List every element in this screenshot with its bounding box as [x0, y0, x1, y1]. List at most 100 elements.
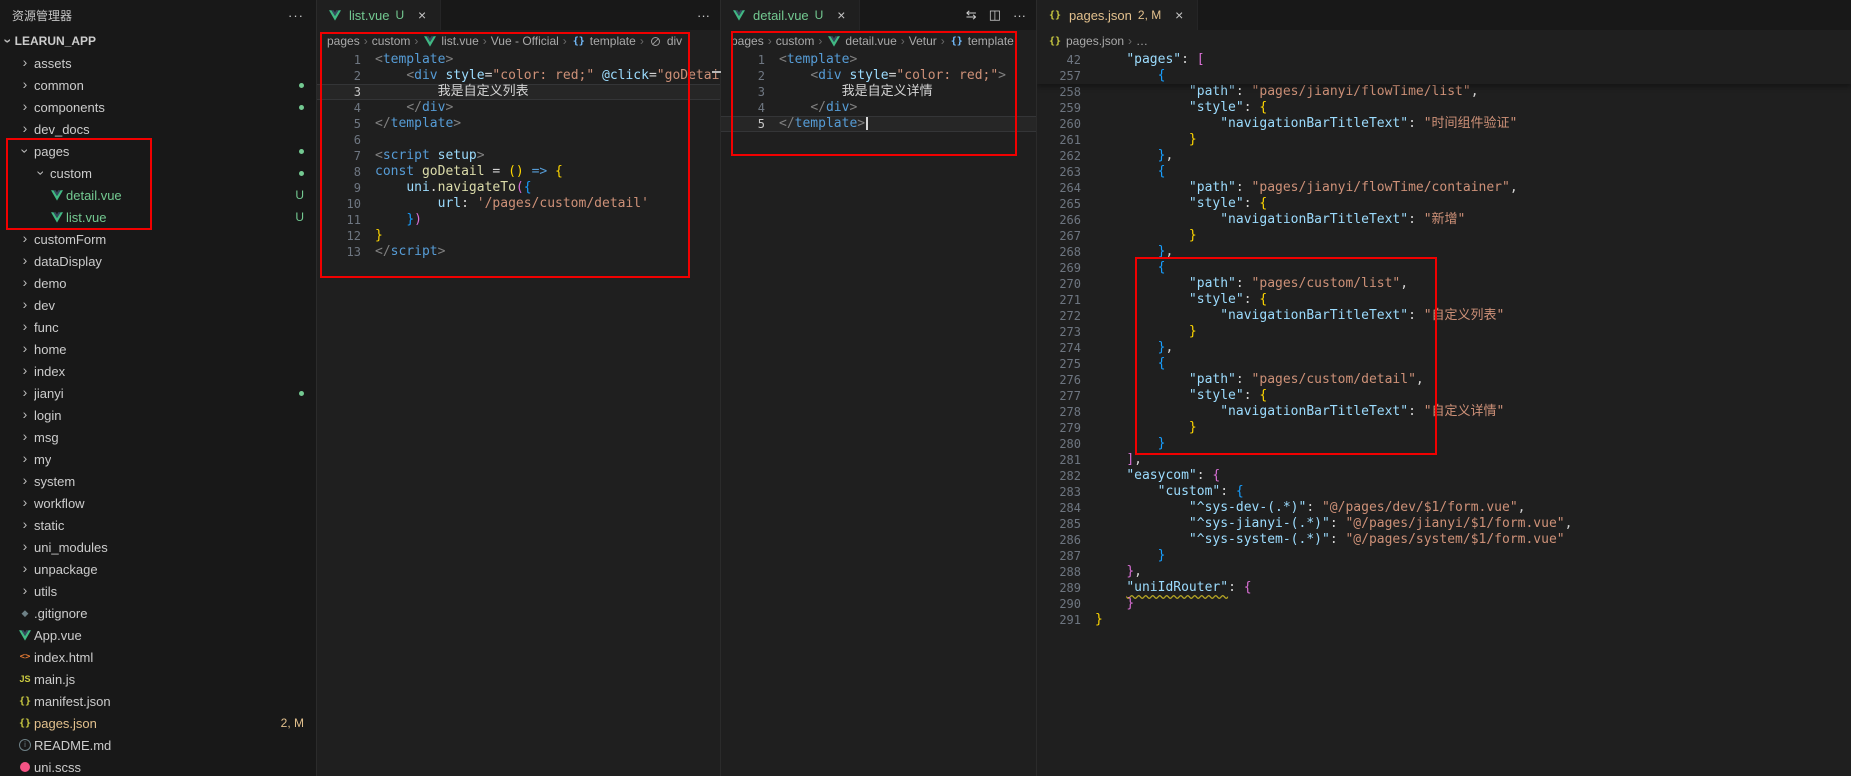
tree-item-.gitignore[interactable]: ◆.gitignore [0, 602, 316, 624]
tree-item-msg[interactable]: ›msg [0, 426, 316, 448]
code-line-2[interactable]: 2 <div style="color: red;"> [721, 68, 1036, 84]
code-line-12[interactable]: 12} [317, 228, 720, 244]
tree-item-dataDisplay[interactable]: ›dataDisplay [0, 250, 316, 272]
split-editor-icon[interactable]: ◫ [989, 7, 1001, 23]
code-line-1[interactable]: 1<template> [721, 52, 1036, 68]
project-root-row[interactable]: › LEARUN_APP [0, 30, 316, 52]
code-line-280[interactable]: 280 } [1037, 436, 1851, 452]
code-line-263[interactable]: 263 { [1037, 164, 1851, 180]
tree-item-dev[interactable]: ›dev [0, 294, 316, 316]
tab-close-icon[interactable]: × [1171, 7, 1187, 23]
code-line-8[interactable]: 8const goDetail = () => { [317, 164, 720, 180]
tab-pages.json[interactable]: {}pages.json2, M× [1037, 0, 1198, 30]
breadcrumb-item-list.vue[interactable]: list.vue [422, 34, 478, 48]
tree-item-detail.vue[interactable]: detail.vueU [0, 184, 316, 206]
tree-item-index.html[interactable]: <>index.html [0, 646, 316, 668]
tree-item-pages.json[interactable]: {}pages.json2, M [0, 712, 316, 734]
code-line-271[interactable]: 271 "style": { [1037, 292, 1851, 308]
code-line-287[interactable]: 287 } [1037, 548, 1851, 564]
code-line-5[interactable]: 5</template> [721, 116, 1036, 132]
tree-item-workflow[interactable]: ›workflow [0, 492, 316, 514]
tree-item-system[interactable]: ›system [0, 470, 316, 492]
tree-item-static[interactable]: ›static [0, 514, 316, 536]
code-line-266[interactable]: 266 "navigationBarTitleText": "新增" [1037, 212, 1851, 228]
tree-item-pages[interactable]: ›pages [0, 140, 316, 162]
breadcrumb-item-pages[interactable]: pages [731, 34, 764, 48]
code-line-5[interactable]: 5</template> [317, 116, 720, 132]
tree-item-index[interactable]: ›index [0, 360, 316, 382]
breadcrumb-item-template[interactable]: {}template [949, 34, 1014, 48]
code-line-286[interactable]: 286 "^sys-system-(.*)": "@/pages/system/… [1037, 532, 1851, 548]
code-line-272[interactable]: 272 "navigationBarTitleText": "自定义列表" [1037, 308, 1851, 324]
open-changes-icon[interactable]: ⇆ [966, 7, 977, 23]
tree-item-home[interactable]: ›home [0, 338, 316, 360]
breadcrumb-item-Vetur[interactable]: Vetur [909, 34, 937, 48]
more-actions-icon[interactable]: ··· [1013, 8, 1026, 23]
code-line-282[interactable]: 282 "easycom": { [1037, 468, 1851, 484]
tree-item-uni_modules[interactable]: ›uni_modules [0, 536, 316, 558]
tab-list.vue[interactable]: list.vueU× [317, 0, 441, 30]
code-line-269[interactable]: 269 { [1037, 260, 1851, 276]
code-line-258[interactable]: 258 "path": "pages/jianyi/flowTime/list"… [1037, 84, 1851, 100]
tree-item-manifest.json[interactable]: {}manifest.json [0, 690, 316, 712]
tree-item-assets[interactable]: ›assets [0, 52, 316, 74]
code-line-1[interactable]: 1<template> [317, 52, 720, 68]
code-line-270[interactable]: 270 "path": "pages/custom/list", [1037, 276, 1851, 292]
code-line-281[interactable]: 281 ], [1037, 452, 1851, 468]
code-line-10[interactable]: 10 url: '/pages/custom/detail' [317, 196, 720, 212]
code-line-277[interactable]: 277 "style": { [1037, 388, 1851, 404]
breadcrumb-item-custom[interactable]: custom [776, 34, 815, 48]
tree-item-App.vue[interactable]: App.vue [0, 624, 316, 646]
code-line-288[interactable]: 288 }, [1037, 564, 1851, 580]
tree-item-dev_docs[interactable]: ›dev_docs [0, 118, 316, 140]
code-area[interactable]: 1<template>2 <div style="color: red;" @c… [317, 52, 720, 776]
code-line-4[interactable]: 4 </div> [721, 100, 1036, 116]
code-area[interactable]: 1<template>2 <div style="color: red;">3 … [721, 52, 1036, 776]
tree-item-custom[interactable]: ›custom [0, 162, 316, 184]
code-line-3[interactable]: 3 我是自定义列表 [317, 84, 720, 100]
code-line-284[interactable]: 284 "^sys-dev-(.*)": "@/pages/dev/$1/for… [1037, 500, 1851, 516]
code-line-275[interactable]: 275 { [1037, 356, 1851, 372]
code-line-4[interactable]: 4 </div> [317, 100, 720, 116]
tree-item-common[interactable]: ›common [0, 74, 316, 96]
breadcrumb-item-Vue - Official[interactable]: Vue - Official [491, 34, 559, 48]
code-line-283[interactable]: 283 "custom": { [1037, 484, 1851, 500]
code-line-268[interactable]: 268 }, [1037, 244, 1851, 260]
code-line-257[interactable]: 257 { [1037, 68, 1851, 84]
code-line-290[interactable]: 290 } [1037, 596, 1851, 612]
code-line-276[interactable]: 276 "path": "pages/custom/detail", [1037, 372, 1851, 388]
tree-item-jianyi[interactable]: ›jianyi [0, 382, 316, 404]
code-line-7[interactable]: 7<script setup> [317, 148, 720, 164]
breadcrumb-item-detail.vue[interactable]: detail.vue [826, 34, 896, 48]
code-line-260[interactable]: 260 "navigationBarTitleText": "时间组件验证" [1037, 116, 1851, 132]
code-line-267[interactable]: 267 } [1037, 228, 1851, 244]
breadcrumb-item-pages.json[interactable]: {}pages.json [1047, 34, 1124, 48]
code-line-264[interactable]: 264 "path": "pages/jianyi/flowTime/conta… [1037, 180, 1851, 196]
code-line-259[interactable]: 259 "style": { [1037, 100, 1851, 116]
breadcrumb-item-div[interactable]: div [648, 34, 682, 48]
breadcrumb-item-custom[interactable]: custom [372, 34, 411, 48]
tree-item-main.js[interactable]: JSmain.js [0, 668, 316, 690]
code-line-279[interactable]: 279 } [1037, 420, 1851, 436]
breadcrumb-item-pages[interactable]: pages [327, 34, 360, 48]
code-line-3[interactable]: 3 我是自定义详情 [721, 84, 1036, 100]
more-actions-icon[interactable]: ··· [697, 8, 710, 23]
code-line-2[interactable]: 2 <div style="color: red;" @click="goDet… [317, 68, 720, 84]
tree-item-func[interactable]: ›func [0, 316, 316, 338]
code-line-285[interactable]: 285 "^sys-jianyi-(.*)": "@/pages/jianyi/… [1037, 516, 1851, 532]
explorer-more-actions-icon[interactable]: ··· [288, 8, 304, 23]
tab-detail.vue[interactable]: detail.vueU× [721, 0, 860, 30]
code-line-278[interactable]: 278 "navigationBarTitleText": "自定义详情" [1037, 404, 1851, 420]
tab-close-icon[interactable]: × [833, 7, 849, 23]
code-line-9[interactable]: 9 uni.navigateTo({ [317, 180, 720, 196]
tree-item-customForm[interactable]: ›customForm [0, 228, 316, 250]
tree-item-components[interactable]: ›components [0, 96, 316, 118]
code-line-13[interactable]: 13</script> [317, 244, 720, 260]
tree-item-login[interactable]: ›login [0, 404, 316, 426]
tree-item-uni.scss[interactable]: uni.scss [0, 756, 316, 776]
breadcrumb-item-template[interactable]: {}template [571, 34, 636, 48]
code-area[interactable]: 42 "pages": [257 {258 "path": "pages/jia… [1037, 52, 1851, 776]
code-line-42[interactable]: 42 "pages": [ [1037, 52, 1851, 68]
code-line-11[interactable]: 11 }) [317, 212, 720, 228]
tree-item-unpackage[interactable]: ›unpackage [0, 558, 316, 580]
